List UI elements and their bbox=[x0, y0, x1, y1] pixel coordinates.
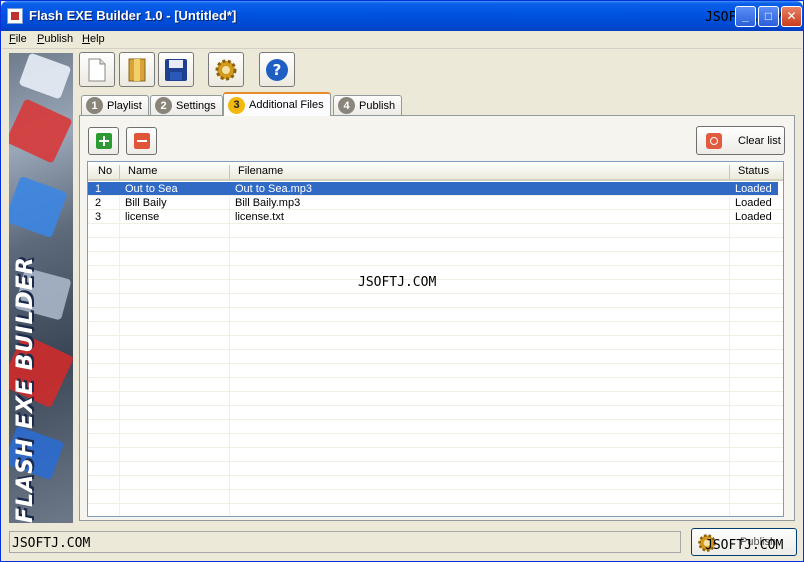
maximize-icon: □ bbox=[764, 9, 773, 23]
empty-row bbox=[88, 336, 783, 350]
empty-row bbox=[88, 378, 783, 392]
cell-filename: Out to Sea.mp3 bbox=[235, 183, 313, 195]
empty-row bbox=[88, 364, 783, 378]
empty-row bbox=[88, 462, 783, 476]
cell-status: Loaded bbox=[735, 211, 772, 223]
additional-files-panel: Clear list No Name Filename Status 1 Out… bbox=[79, 115, 795, 521]
cell-no: 3 bbox=[95, 211, 102, 223]
maximize-button[interactable]: □ bbox=[758, 6, 779, 27]
close-icon: ✕ bbox=[786, 9, 797, 23]
empty-row bbox=[88, 238, 783, 252]
banner-block bbox=[9, 98, 73, 164]
empty-row bbox=[88, 350, 783, 364]
new-button[interactable] bbox=[79, 52, 115, 87]
save-button[interactable] bbox=[158, 52, 194, 87]
remove-file-button[interactable] bbox=[126, 127, 157, 155]
column-divider[interactable] bbox=[729, 165, 730, 179]
tab-label: Additional Files bbox=[249, 99, 324, 111]
menu-bar: File Publish Help bbox=[2, 31, 802, 49]
tab-publish[interactable]: 4 Publish bbox=[333, 95, 403, 115]
tab-settings[interactable]: 2 Settings bbox=[150, 95, 223, 115]
side-banner: FLASH EXE BUILDER bbox=[9, 53, 73, 523]
table-row[interactable]: 3 license license.txt Loaded bbox=[88, 210, 783, 224]
tab-label: Playlist bbox=[107, 99, 142, 112]
power-icon bbox=[706, 133, 722, 149]
title-bar[interactable]: Flash EXE Builder 1.0 - [Untitled*] JSOF… bbox=[1, 1, 803, 31]
empty-row bbox=[88, 420, 783, 434]
cell-no: 2 bbox=[95, 197, 102, 209]
add-file-button[interactable] bbox=[88, 127, 119, 155]
minus-icon bbox=[134, 133, 150, 149]
cell-status: Loaded bbox=[735, 183, 772, 195]
window-title: Flash EXE Builder 1.0 - [Untitled*] bbox=[29, 8, 237, 23]
cell-name: Bill Baily bbox=[125, 197, 167, 209]
open-folder-icon bbox=[128, 58, 146, 81]
settings-button[interactable] bbox=[208, 52, 244, 87]
files-list[interactable]: No Name Filename Status 1 Out to Sea Out… bbox=[87, 161, 784, 517]
menu-file[interactable]: File bbox=[9, 33, 27, 45]
tab-number: 2 bbox=[155, 97, 172, 114]
empty-row bbox=[88, 504, 783, 516]
column-header-name[interactable]: Name bbox=[128, 165, 157, 177]
new-document-icon bbox=[88, 58, 106, 81]
app-window: Flash EXE Builder 1.0 - [Untitled*] JSOF… bbox=[0, 0, 804, 562]
empty-row bbox=[88, 294, 783, 308]
tab-additional-files[interactable]: 3 Additional Files bbox=[223, 92, 331, 116]
column-divider[interactable] bbox=[119, 165, 120, 179]
publish-button[interactable]: Publish JSOFTJ.COM bbox=[691, 528, 797, 556]
menu-publish[interactable]: Publish bbox=[37, 33, 73, 45]
empty-row bbox=[88, 224, 783, 238]
save-disk-icon bbox=[165, 58, 187, 81]
cell-name: Out to Sea bbox=[125, 183, 178, 195]
gear-icon bbox=[215, 59, 237, 80]
column-header-status[interactable]: Status bbox=[738, 165, 769, 177]
empty-row bbox=[88, 476, 783, 490]
tab-playlist[interactable]: 1 Playlist bbox=[81, 95, 149, 115]
empty-row bbox=[88, 392, 783, 406]
tab-number: 3 bbox=[228, 96, 245, 114]
minimize-icon: _ bbox=[742, 9, 749, 23]
app-icon[interactable] bbox=[7, 8, 23, 24]
list-header: No Name Filename Status bbox=[88, 162, 783, 181]
cell-no: 1 bbox=[95, 183, 102, 195]
column-header-filename[interactable]: Filename bbox=[238, 165, 283, 177]
close-button[interactable]: ✕ bbox=[781, 6, 802, 27]
help-icon: ? bbox=[266, 58, 288, 81]
plus-icon bbox=[96, 133, 112, 149]
open-button[interactable] bbox=[119, 52, 155, 87]
minimize-button[interactable]: _ bbox=[735, 6, 756, 27]
cell-filename: Bill Baily.mp3 bbox=[235, 197, 301, 209]
clear-list-button[interactable]: Clear list bbox=[696, 126, 785, 155]
empty-row bbox=[88, 308, 783, 322]
help-button[interactable]: ? bbox=[259, 52, 295, 87]
banner-block bbox=[18, 53, 72, 100]
menu-help[interactable]: Help bbox=[82, 33, 105, 45]
empty-row bbox=[88, 322, 783, 336]
column-header-no[interactable]: No bbox=[98, 165, 112, 177]
table-row[interactable]: 1 Out to Sea Out to Sea.mp3 Loaded bbox=[88, 182, 778, 196]
banner-title: FLASH EXE BUILDER bbox=[13, 256, 38, 523]
banner-block bbox=[9, 175, 68, 239]
tab-number: 1 bbox=[86, 97, 103, 114]
empty-row bbox=[88, 252, 783, 266]
tab-label: Settings bbox=[176, 99, 216, 112]
svg-text:?: ? bbox=[273, 61, 282, 79]
watermark-center: JSOFTJ.COM bbox=[358, 275, 437, 290]
empty-row bbox=[88, 490, 783, 504]
empty-row bbox=[88, 434, 783, 448]
status-bar: JSOFTJ.COM bbox=[9, 531, 681, 553]
tab-label: Publish bbox=[359, 99, 396, 112]
clear-list-label: Clear list bbox=[738, 135, 781, 147]
cell-name: license bbox=[125, 211, 160, 223]
cell-status: Loaded bbox=[735, 197, 772, 209]
column-divider[interactable] bbox=[229, 165, 230, 179]
table-row[interactable]: 2 Bill Baily Bill Baily.mp3 Loaded bbox=[88, 196, 783, 210]
status-text: JSOFTJ.COM bbox=[12, 536, 91, 551]
tab-number: 4 bbox=[338, 97, 355, 114]
watermark-publish: JSOFTJ.COM bbox=[705, 538, 784, 553]
empty-row bbox=[88, 448, 783, 462]
empty-row bbox=[88, 406, 783, 420]
cell-filename: license.txt bbox=[235, 211, 284, 223]
